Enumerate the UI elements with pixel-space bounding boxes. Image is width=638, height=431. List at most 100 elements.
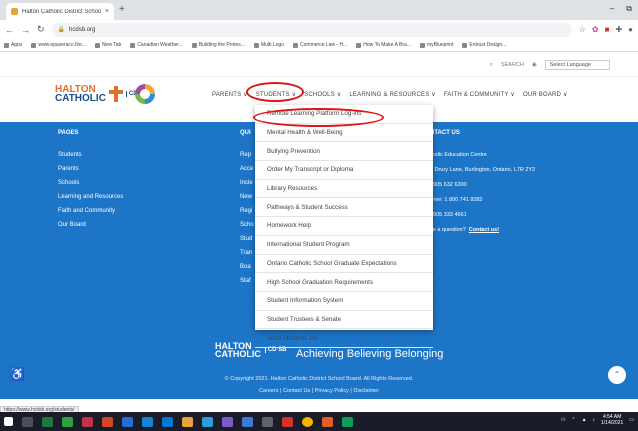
back-to-top-button[interactable]: ⌃: [608, 366, 626, 384]
accessibility-icon[interactable]: ♿: [10, 367, 25, 381]
search-link[interactable]: SEARCH: [501, 62, 524, 68]
url-field[interactable]: 🔒 hcdsb.org: [51, 22, 572, 37]
bookmark-item[interactable]: Building the Protes...: [191, 42, 245, 48]
nav-item[interactable]: PARENTS ∨: [212, 91, 248, 98]
dropdown-menu-item[interactable]: Homework Help: [255, 217, 433, 236]
contact-line: : 905 333 4661: [430, 212, 467, 218]
footer-quick-link[interactable]: Regi: [240, 208, 254, 214]
browser-tab[interactable]: Halton Catholic District School B ×: [6, 3, 114, 20]
footer-quick-link[interactable]: Tran: [240, 250, 254, 256]
bookmark-item[interactable]: Apps: [4, 42, 22, 48]
people-icon[interactable]: ⚇: [561, 417, 565, 423]
back-icon[interactable]: ←: [5, 25, 14, 35]
lock-icon: 🔒: [57, 27, 66, 33]
bookmark-item[interactable]: How To Make A Bra...: [356, 42, 411, 48]
bookmark-item[interactable]: myBlueprint: [419, 42, 453, 48]
reload-icon[interactable]: ↻: [37, 24, 45, 35]
excel-icon[interactable]: [42, 416, 53, 427]
app-red-2-icon[interactable]: [282, 416, 293, 427]
bookmark-item[interactable]: Entrust Design...: [462, 42, 506, 48]
file-explorer-icon[interactable]: [182, 416, 193, 427]
footer-page-link[interactable]: Our Board: [58, 222, 123, 228]
bookmark-favicon-icon: [31, 42, 37, 48]
extensions-puzzle-icon[interactable]: ✚: [615, 25, 622, 34]
dropdown-menu-item[interactable]: Library Resources: [255, 180, 433, 199]
site-logo[interactable]: HALTON CATHOLIC CD SB: [55, 85, 148, 104]
dropdown-menu-item[interactable]: Student Information System: [255, 292, 433, 311]
footer-page-link[interactable]: Schools: [58, 180, 123, 186]
bookmark-label: New Tab: [101, 42, 122, 48]
dropdown-menu-item[interactable]: Mental Health & Well-Being: [255, 124, 433, 143]
star-icon[interactable]: ☆: [579, 25, 586, 34]
nav-item[interactable]: SCHOOLS ∨: [304, 91, 341, 98]
search-icon[interactable]: ⌕: [490, 62, 493, 69]
nav-item[interactable]: FAITH & COMMUNITY ∨: [444, 91, 515, 98]
bookmark-favicon-icon: [253, 42, 259, 48]
extension-flower-icon[interactable]: ✿: [592, 25, 599, 34]
footer-links[interactable]: Careers | Contact Us | Privacy Policy | …: [0, 388, 638, 394]
app-grey-icon[interactable]: [262, 416, 273, 427]
dropdown-menu-item[interactable]: Student Trustees & Senate: [255, 311, 433, 330]
restore-icon[interactable]: ⧉: [626, 4, 632, 14]
app-green-2-icon[interactable]: [342, 416, 353, 427]
bookmark-label: www.epaseraco.fi/e...: [38, 42, 86, 48]
task-view-icon[interactable]: [22, 416, 33, 427]
tab-close-icon[interactable]: ×: [105, 8, 109, 15]
forward-icon[interactable]: →: [21, 25, 30, 35]
dropdown-menu-item[interactable]: International Student Program: [255, 236, 433, 255]
notifications-icon[interactable]: ▭: [629, 417, 634, 423]
bookmark-item[interactable]: Multi Logo: [253, 42, 285, 48]
extension-red-icon[interactable]: ■: [605, 25, 610, 34]
dropdown-menu-item[interactable]: High School Graduation Requirements: [255, 273, 433, 292]
chrome-icon[interactable]: [302, 416, 313, 427]
footer-quick-link[interactable]: Incle: [240, 180, 254, 186]
quick-links-heading: QUI: [240, 130, 251, 136]
bookmark-item[interactable]: New Tab: [94, 42, 122, 48]
footer-quick-link[interactable]: Scho: [240, 222, 254, 228]
nav-item[interactable]: OUR BOARD ∨: [523, 91, 568, 98]
app-blue-icon[interactable]: [142, 416, 153, 427]
dropdown-menu-item[interactable]: Pathways & Student Success: [255, 198, 433, 218]
contact-line: 2 Drury Lane, Burlington, Ontario, L7R 2…: [430, 167, 536, 173]
app-red-icon[interactable]: [82, 416, 93, 427]
bookmark-item[interactable]: www.epaseraco.fi/e...: [31, 42, 86, 48]
language-select[interactable]: Select Language: [544, 60, 610, 70]
footer-page-link[interactable]: Faith and Community: [58, 208, 123, 214]
profile-icon[interactable]: ●: [628, 25, 633, 34]
footer-page-link[interactable]: Parents: [58, 166, 123, 172]
contact-us-link[interactable]: Contact us!: [469, 227, 499, 233]
app-light-blue-icon[interactable]: [202, 416, 213, 427]
footer-quick-link[interactable]: Boa: [240, 264, 254, 270]
dropdown-menu-item[interactable]: Bullying Prevention: [255, 142, 433, 162]
app-mail-icon[interactable]: [242, 416, 253, 427]
bookmark-item[interactable]: Canadian Weather...: [130, 42, 183, 48]
minimize-icon[interactable]: –: [610, 4, 614, 14]
footer-quick-link[interactable]: Rep: [240, 152, 254, 158]
dropdown-menu-item[interactable]: Order My Transcript or Diploma: [255, 161, 433, 180]
footer-quick-link[interactable]: Stud: [240, 236, 254, 242]
volume-icon[interactable]: ♪: [593, 417, 596, 423]
app-green-icon[interactable]: [62, 416, 73, 427]
footer-page-link[interactable]: Learning and Resources: [58, 194, 123, 200]
bookmark-item[interactable]: Commerce Law - H...: [293, 42, 347, 48]
dropdown-menu-item[interactable]: Ontario Catholic School Graduate Expecta…: [255, 255, 433, 274]
clock[interactable]: 4:54 AM 1/14/2021: [601, 414, 623, 426]
app-orange-icon[interactable]: [322, 416, 333, 427]
chevron-up-icon[interactable]: ⌃: [571, 417, 575, 423]
footer-quick-link[interactable]: Staf: [240, 278, 254, 284]
footer-quick-link[interactable]: New: [240, 194, 254, 200]
dropdown-menu-item[interactable]: Adult Students 18+: [255, 329, 433, 348]
network-icon[interactable]: ▲: [582, 417, 587, 423]
nav-item[interactable]: LEARNING & RESOURCES ∨: [349, 91, 435, 98]
new-tab-button[interactable]: +: [119, 4, 125, 15]
powerpoint-icon[interactable]: [102, 416, 113, 427]
word-icon[interactable]: [122, 416, 133, 427]
teams-icon[interactable]: [222, 416, 233, 427]
edge-icon[interactable]: [162, 416, 173, 427]
start-icon[interactable]: [4, 417, 13, 426]
utility-bar: ⌕ SEARCH ◉ Select Language: [0, 58, 638, 72]
footer-page-link[interactable]: Students: [58, 152, 123, 158]
footer-quick-link[interactable]: Acce: [240, 166, 254, 172]
bookmark-label: Canadian Weather...: [137, 42, 183, 48]
bookmark-label: Multi Logo: [260, 42, 285, 48]
